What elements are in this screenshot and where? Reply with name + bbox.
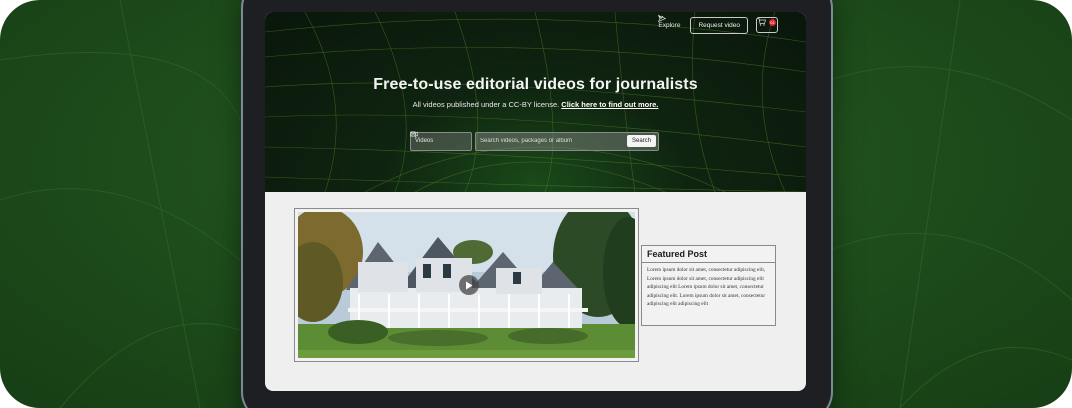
cart-button[interactable]: 01: [756, 17, 778, 33]
hero-subtitle: All videos published under a CC-BY licen…: [265, 100, 806, 109]
search-input[interactable]: [480, 138, 623, 144]
featured-video-frame: [294, 208, 639, 362]
cart-count-badge: 01: [769, 19, 776, 26]
explore-menu[interactable]: Explore: [658, 15, 681, 29]
hero-section: Explore Request video 01 Free-to-use edi…: [265, 12, 806, 192]
media-type-select[interactable]: Videos: [410, 131, 472, 151]
hero-title: Free-to-use editorial videos for journal…: [373, 76, 698, 93]
media-type-value: Videos: [415, 138, 434, 144]
play-button[interactable]: [459, 275, 479, 295]
search-button[interactable]: Search: [626, 135, 656, 147]
hero-subtitle-text: All videos published under a CC-BY licen…: [412, 100, 560, 109]
request-video-button[interactable]: Request video: [658, 15, 748, 34]
search-field: Search: [410, 131, 659, 151]
featured-post-card: Featured Post Lorem ipsum dolor sit amet…: [641, 245, 776, 326]
search-icon: [410, 131, 417, 138]
play-icon: [466, 281, 473, 289]
featured-post-body: Lorem ipsum dolor sit amet, consectetur …: [647, 267, 766, 308]
featured-post-title: Featured Post: [642, 246, 775, 263]
featured-video-thumbnail[interactable]: [298, 212, 635, 358]
find-out-more-link[interactable]: Click here to find out more.: [561, 100, 658, 109]
background-frame: Explore Request video 01 Free-to-use edi…: [0, 0, 1072, 408]
cart-icon: [757, 18, 766, 26]
request-video-label: Request video: [698, 21, 740, 29]
send-icon: [658, 15, 667, 22]
top-nav: Explore Request video 01: [658, 15, 806, 35]
search-bar: Videos Search: [410, 131, 661, 151]
browser-screen: Explore Request video 01 Free-to-use edi…: [265, 12, 806, 391]
explore-label: Explore: [658, 21, 681, 29]
